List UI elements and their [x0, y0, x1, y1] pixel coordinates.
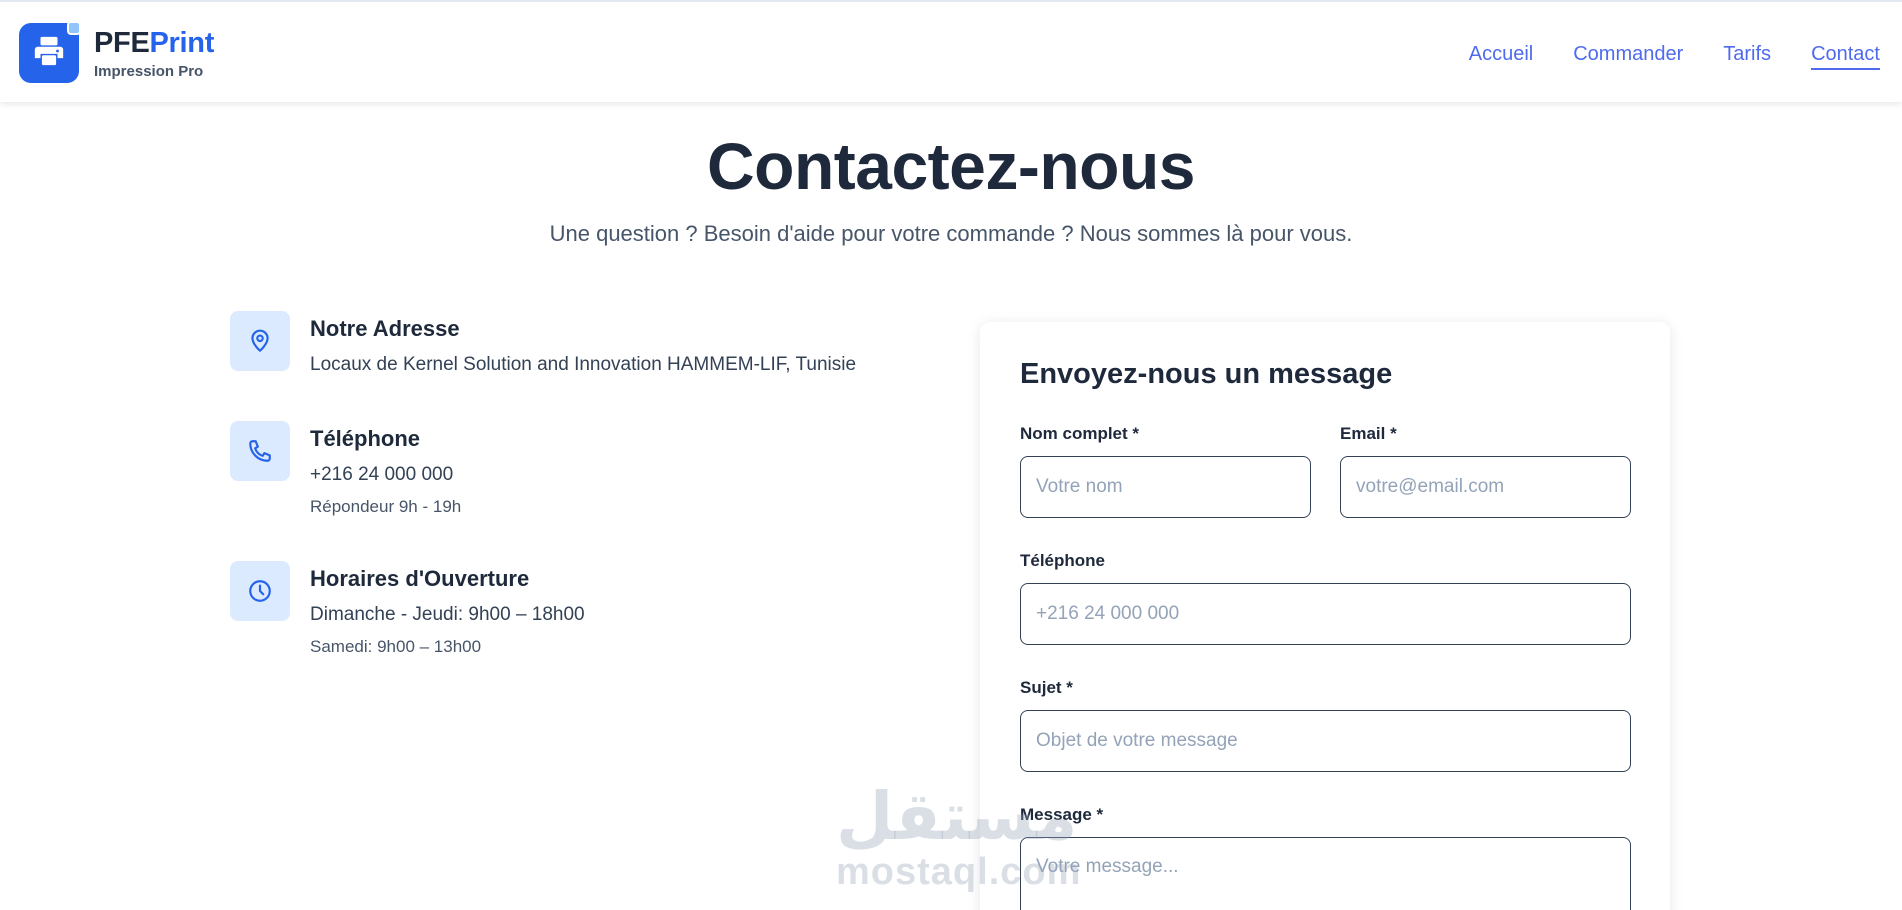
phone-input[interactable]	[1020, 583, 1631, 645]
map-pin-icon	[230, 311, 290, 371]
clock-icon	[230, 561, 290, 621]
email-label: Email *	[1340, 424, 1397, 443]
brand-name: PFEPrint	[94, 27, 215, 59]
nav-link-tarifs[interactable]: Tarifs	[1723, 42, 1771, 70]
subject-label: Sujet *	[1020, 678, 1073, 697]
info-address: Notre Adresse Locaux de Kernel Solution …	[230, 311, 856, 377]
nav-link-accueil[interactable]: Accueil	[1469, 42, 1533, 70]
name-label: Nom complet *	[1020, 424, 1140, 443]
info-hours: Horaires d'Ouverture Dimanche - Jeudi: 9…	[230, 561, 585, 658]
info-address-line: Locaux de Kernel Solution and Innovation…	[310, 354, 857, 375]
page-subtitle: Une question ? Besoin d'aide pour votre …	[549, 221, 1353, 246]
contact-form-card: Envoyez-nous un message Nom complet * Em…	[980, 322, 1670, 910]
main-nav: Accueil Commander Tarifs Contact	[1469, 42, 1880, 70]
phone-label: Téléphone	[1020, 551, 1106, 570]
info-phone-note: Répondeur 9h - 19h	[310, 497, 462, 516]
info-hours-title: Horaires d'Ouverture	[310, 566, 530, 591]
printer-icon	[32, 34, 66, 73]
info-phone-line[interactable]: +216 24 000 000	[310, 463, 461, 487]
info-phone-title: Téléphone	[310, 426, 421, 451]
info-hours-line: Dimanche - Jeudi: 9h00 – 18h00	[310, 604, 585, 625]
info-hours-note: Samedi: 9h00 – 13h00	[310, 637, 482, 656]
info-address-title: Notre Adresse	[310, 316, 460, 341]
subject-input[interactable]	[1020, 710, 1631, 772]
phone-icon	[230, 421, 290, 481]
page-title: Contactez-nous	[707, 129, 1196, 203]
logo[interactable]	[19, 21, 81, 83]
email-input[interactable]	[1340, 456, 1631, 518]
message-textarea[interactable]	[1020, 837, 1631, 910]
form-title: Envoyez-nous un message	[1020, 358, 1393, 390]
info-phone: Téléphone +216 24 000 000 Répondeur 9h -…	[230, 421, 461, 518]
message-label: Message *	[1020, 805, 1104, 824]
nav-link-contact[interactable]: Contact	[1811, 42, 1880, 70]
site-header: PFEPrint Impression Pro Accueil Commande…	[0, 0, 1902, 102]
logo-badge	[67, 21, 81, 35]
nav-link-commander[interactable]: Commander	[1573, 42, 1683, 70]
name-input[interactable]	[1020, 456, 1311, 518]
brand[interactable]: PFEPrint Impression Pro	[94, 26, 214, 80]
brand-tagline: Impression Pro	[94, 63, 204, 80]
